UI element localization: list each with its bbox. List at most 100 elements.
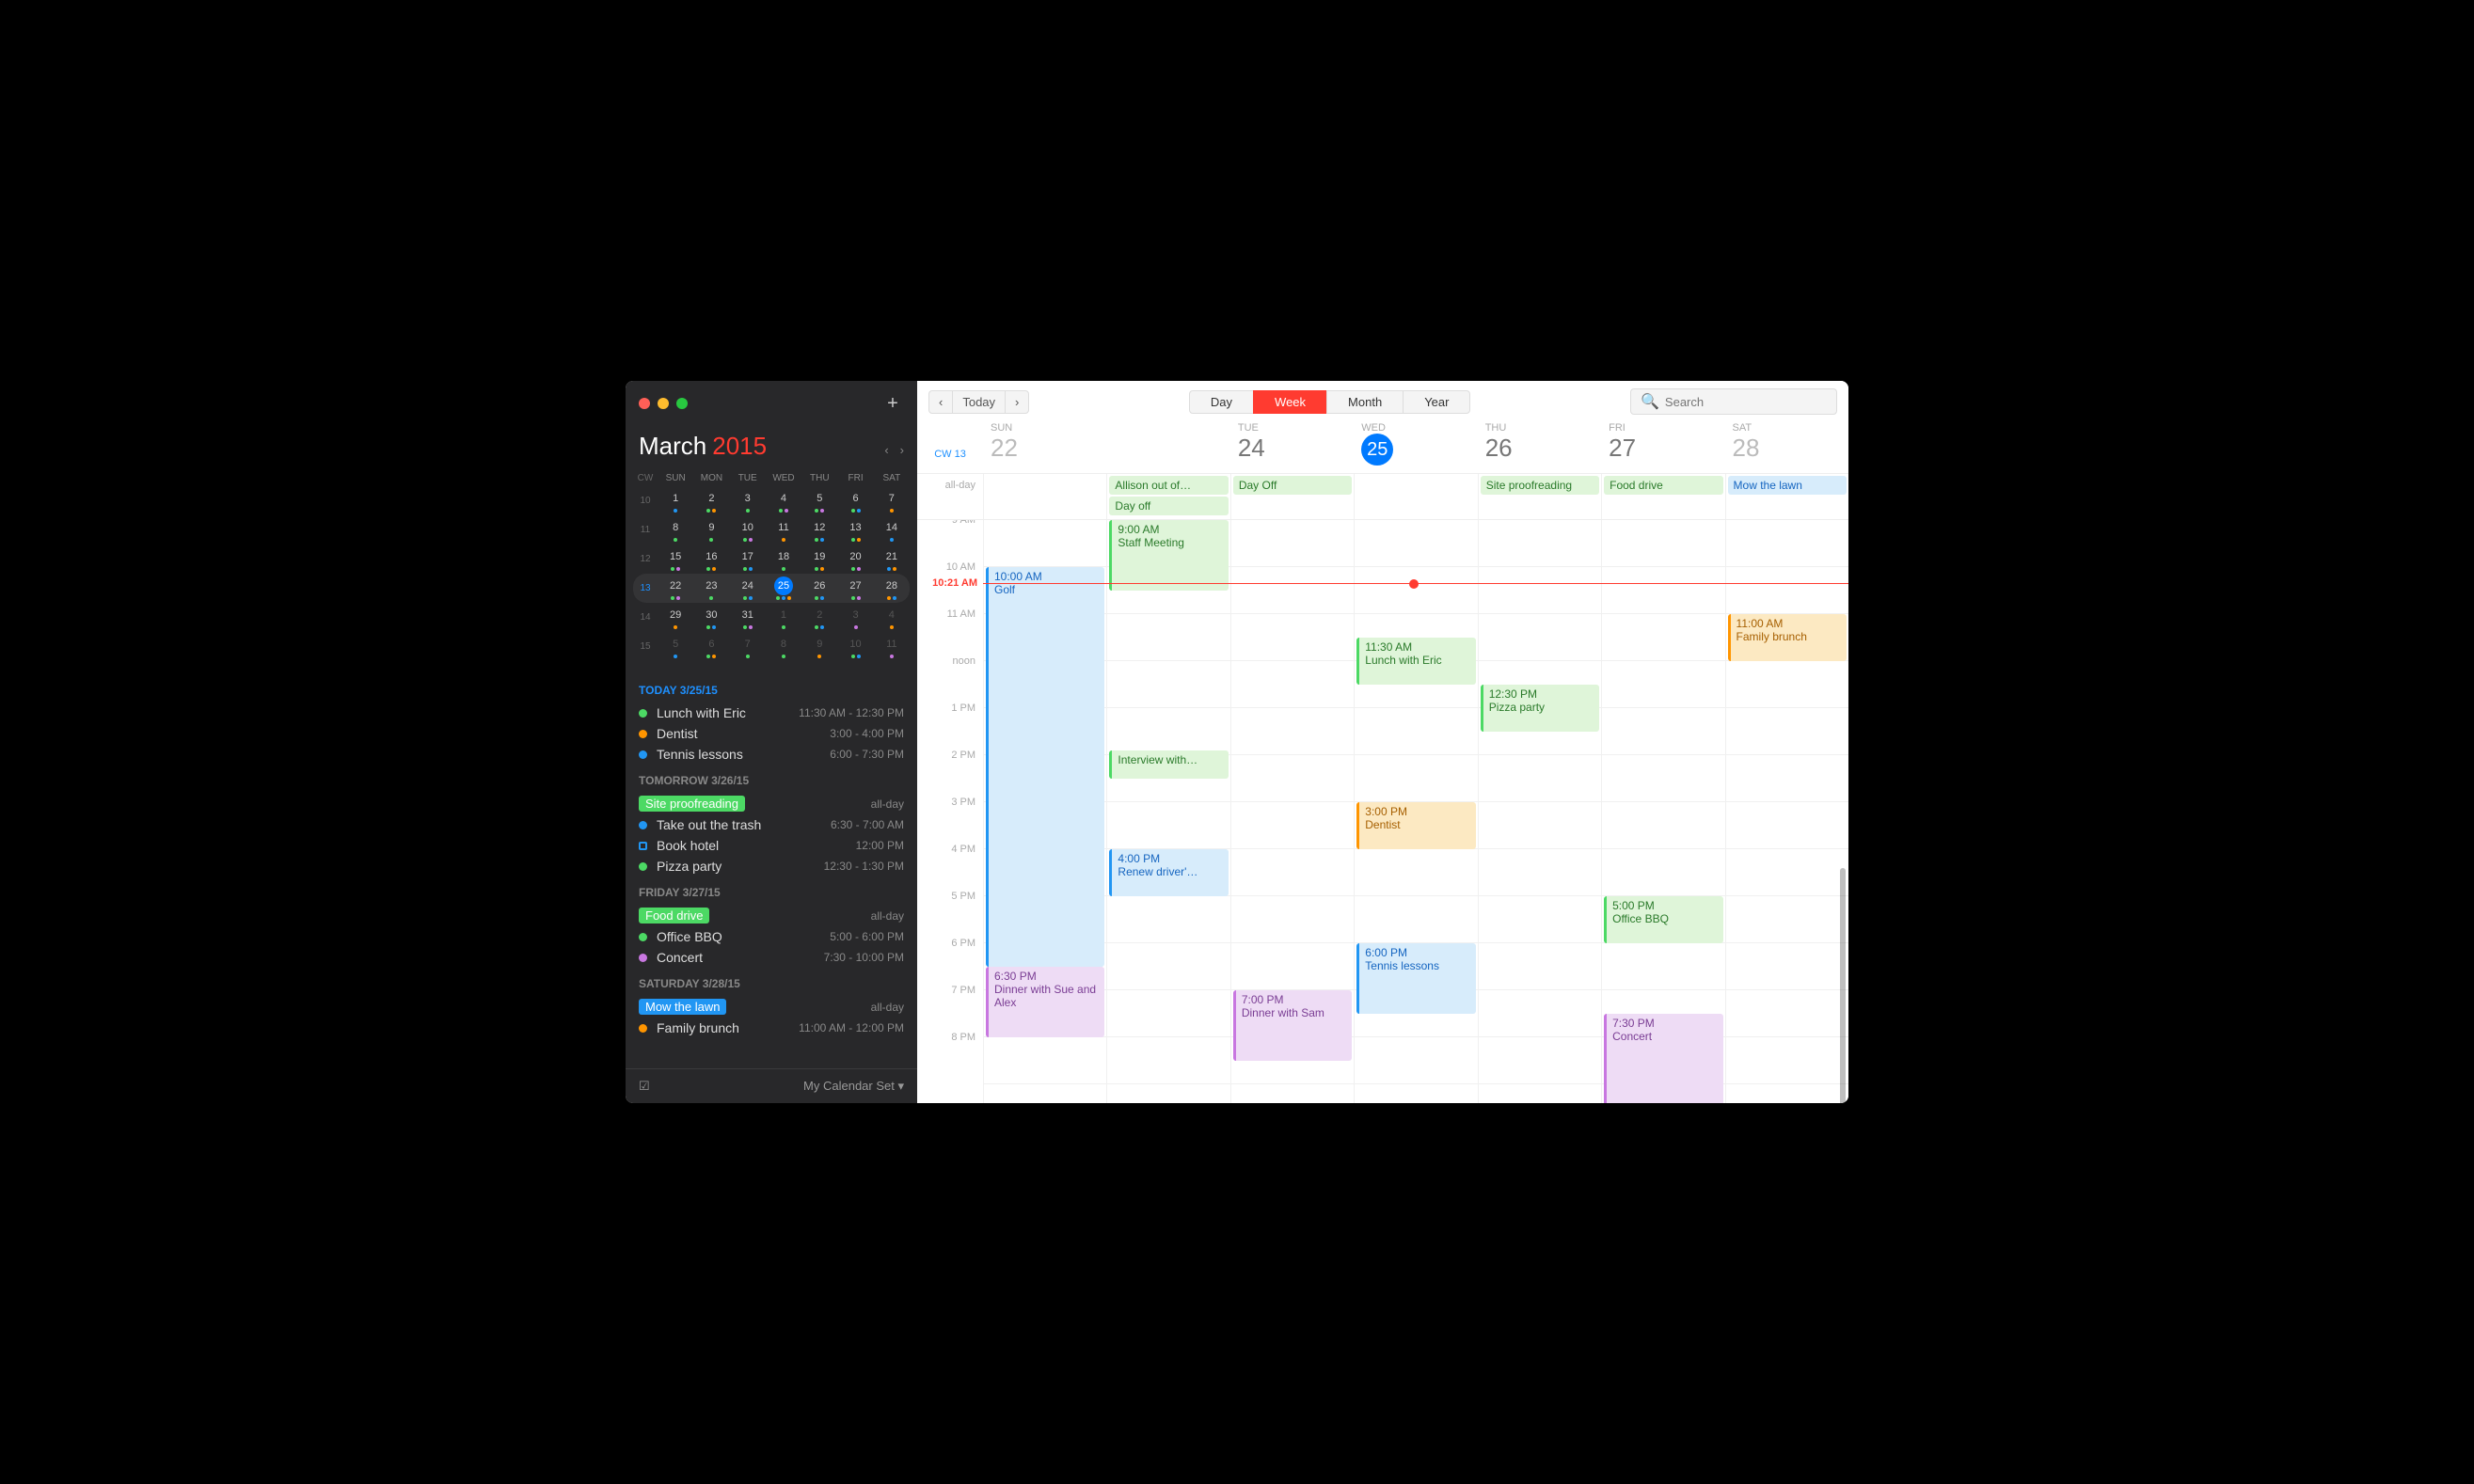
calendar-event[interactable]: 11:30 AMLunch with Eric	[1356, 638, 1475, 685]
calendar-event[interactable]: 11:00 AMFamily brunch	[1728, 614, 1847, 661]
zoom-icon[interactable]	[676, 398, 688, 409]
calendar-event[interactable]: 6:30 PMDinner with Sue and Alex	[986, 967, 1104, 1037]
month-label: March	[639, 432, 706, 461]
minical-week[interactable]: 15567891011	[633, 632, 910, 661]
window-controls: +	[626, 381, 917, 426]
week-grid[interactable]: 9 AM10 AM11 AMnoon1 PM2 PM3 PM4 PM5 PM6 …	[917, 520, 1848, 1103]
minical-week[interactable]: 11891011121314	[633, 515, 910, 545]
calendar-event[interactable]: 3:00 PMDentist	[1356, 802, 1475, 849]
allday-cell[interactable]	[983, 474, 1106, 519]
agenda-list[interactable]: TODAY 3/25/15Lunch with Eric11:30 AM - 1…	[626, 671, 917, 1068]
minical-week[interactable]: 142930311234	[633, 603, 910, 632]
agenda-item[interactable]: Tennis lessons6:00 - 7:30 PM	[639, 744, 904, 765]
toolbar: ‹ Today › DayWeekMonthYear 🔍	[917, 381, 1848, 422]
agenda-item[interactable]: Take out the trash6:30 - 7:00 AM	[639, 814, 904, 835]
hour-label: 9 AM	[917, 520, 983, 561]
agenda-item[interactable]: Site proofreadingall-day	[639, 793, 904, 814]
day-header[interactable]: FRI27	[1601, 422, 1724, 466]
allday-cell[interactable]: Food drive	[1601, 474, 1724, 519]
day-header[interactable]: SAT28	[1725, 422, 1848, 466]
allday-event[interactable]: Day off	[1109, 497, 1228, 515]
calendar-event[interactable]: 12:30 PMPizza party	[1481, 685, 1599, 732]
day-column[interactable]: 12:30 PMPizza party	[1478, 520, 1601, 1103]
agenda-item[interactable]: Book hotel12:00 PM	[639, 835, 904, 856]
sidebar: + March 2015 ‹ › CWSUNMONTUEWEDTHUFRISAT…	[626, 381, 917, 1103]
agenda-item[interactable]: Food driveall-day	[639, 905, 904, 926]
add-event-button[interactable]: +	[881, 392, 904, 415]
day-header[interactable]	[1106, 422, 1229, 466]
view-year[interactable]: Year	[1403, 390, 1470, 414]
calendar-event[interactable]: 7:30 PMConcert	[1604, 1014, 1722, 1103]
hour-label: 5 PM	[917, 891, 983, 938]
day-column[interactable]: 11:00 AMFamily brunch	[1725, 520, 1848, 1103]
minical-week[interactable]: 1322232425262728	[633, 574, 910, 603]
calendar-set-selector[interactable]: My Calendar Set ▾	[803, 1079, 904, 1094]
allday-event[interactable]: Day Off	[1233, 476, 1352, 495]
calendar-event[interactable]: Interview with…	[1109, 750, 1228, 779]
allday-cell[interactable]: Mow the lawn	[1725, 474, 1848, 519]
allday-cell[interactable]: Site proofreading	[1478, 474, 1601, 519]
mini-calendar: CWSUNMONTUEWEDTHUFRISAT10123456711891011…	[626, 466, 917, 671]
tasks-toggle-icon[interactable]: ☑	[639, 1079, 650, 1094]
next-month-button[interactable]: ›	[900, 443, 904, 457]
view-week[interactable]: Week	[1253, 390, 1326, 414]
day-header[interactable]: WED25	[1354, 422, 1477, 466]
day-header[interactable]: THU26	[1478, 422, 1601, 466]
day-column[interactable]: 7:00 PMDinner with Sam	[1230, 520, 1354, 1103]
agenda-item[interactable]: Family brunch11:00 AM - 12:00 PM	[639, 1018, 904, 1038]
agenda-item[interactable]: Pizza party12:30 - 1:30 PM	[639, 856, 904, 876]
today-button[interactable]: Today	[952, 390, 1005, 414]
allday-event[interactable]: Site proofreading	[1481, 476, 1599, 495]
agenda-item[interactable]: Dentist3:00 - 4:00 PM	[639, 723, 904, 744]
minimize-icon[interactable]	[658, 398, 669, 409]
calendar-event[interactable]: 10:00 AMGolf	[986, 567, 1104, 967]
view-day[interactable]: Day	[1189, 390, 1253, 414]
time-column: 9 AM10 AM11 AMnoon1 PM2 PM3 PM4 PM5 PM6 …	[917, 520, 983, 1103]
main-panel: ‹ Today › DayWeekMonthYear 🔍 CW 13SUN22 T…	[917, 381, 1848, 1103]
day-column[interactable]: 9:00 AMStaff Meeting Interview with… 4:00 …	[1106, 520, 1229, 1103]
day-header[interactable]: TUE24	[1230, 422, 1354, 466]
close-icon[interactable]	[639, 398, 650, 409]
hour-label: 3 PM	[917, 797, 983, 844]
search-input[interactable]	[1665, 395, 1831, 409]
prev-week-button[interactable]: ‹	[928, 390, 952, 414]
calendar-event[interactable]: 4:00 PMRenew driver'…	[1109, 849, 1228, 896]
allday-event[interactable]: Allison out of…	[1109, 476, 1228, 495]
scrollbar-thumb[interactable]	[1840, 868, 1846, 1103]
now-dot-icon	[1409, 579, 1419, 589]
agenda-item[interactable]: Lunch with Eric11:30 AM - 12:30 PM	[639, 703, 904, 723]
minical-week[interactable]: 101234567	[633, 486, 910, 515]
calendar-event[interactable]: 5:00 PMOffice BBQ	[1604, 896, 1722, 943]
allday-cell[interactable]: Allison out of… Day off	[1106, 474, 1229, 519]
search-field[interactable]: 🔍	[1630, 388, 1837, 415]
agenda-item[interactable]: Mow the lawnall-day	[639, 996, 904, 1018]
allday-event[interactable]: Food drive	[1604, 476, 1722, 495]
hour-label: 8 PM	[917, 1032, 983, 1079]
calendar-event[interactable]: 7:00 PMDinner with Sam	[1233, 990, 1352, 1061]
calendar-event[interactable]: 9:00 AMStaff Meeting	[1109, 520, 1228, 591]
minical-week[interactable]: 1215161718192021	[633, 545, 910, 574]
agenda-section-header: TOMORROW 3/26/15	[639, 774, 904, 787]
calendar-event[interactable]: 6:00 PMTennis lessons	[1356, 943, 1475, 1014]
allday-event[interactable]: Mow the lawn	[1728, 476, 1847, 495]
day-header[interactable]: SUN22	[983, 422, 1106, 466]
search-icon: 🔍	[1641, 392, 1659, 411]
agenda-item[interactable]: Office BBQ5:00 - 6:00 PM	[639, 926, 904, 947]
next-week-button[interactable]: ›	[1005, 390, 1029, 414]
allday-cell[interactable]: Day Off	[1230, 474, 1354, 519]
allday-cell[interactable]	[1354, 474, 1477, 519]
day-column[interactable]: 5:00 PMOffice BBQ 7:30 PMConcert	[1601, 520, 1724, 1103]
week-day-header: CW 13SUN22 TUE24WED25THU26FRI27SAT28	[917, 422, 1848, 474]
agenda-item[interactable]: Concert7:30 - 10:00 PM	[639, 947, 904, 968]
day-column[interactable]: 10:00 AMGolf6:30 PMDinner with Sue and A…	[983, 520, 1106, 1103]
hour-label: 11 AM	[917, 608, 983, 655]
hour-label: noon	[917, 655, 983, 703]
year-label: 2015	[712, 432, 767, 461]
agenda-section-header: FRIDAY 3/27/15	[639, 886, 904, 899]
view-segmented-control: DayWeekMonthYear	[1189, 390, 1471, 414]
day-column[interactable]: 11:30 AMLunch with Eric 3:00 PMDentist 6:0…	[1354, 520, 1477, 1103]
hour-label: 7 PM	[917, 985, 983, 1032]
view-month[interactable]: Month	[1326, 390, 1403, 414]
prev-month-button[interactable]: ‹	[884, 443, 888, 457]
week-number: CW 13	[917, 422, 983, 466]
